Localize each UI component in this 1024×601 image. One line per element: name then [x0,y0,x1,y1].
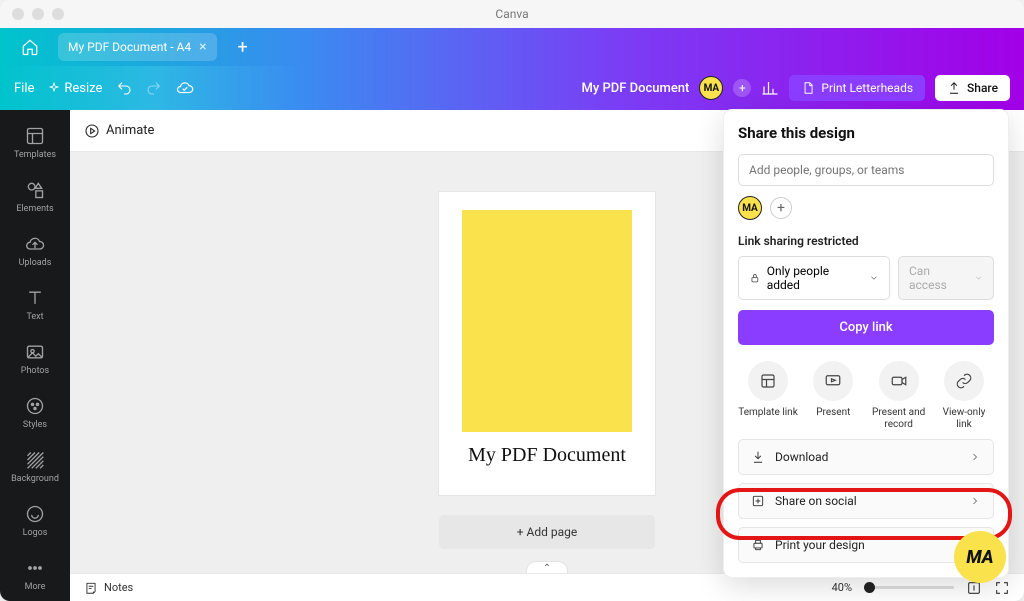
chevron-down-icon [974,273,983,283]
elements-icon [25,180,45,200]
page-text[interactable]: My PDF Document [468,444,626,467]
present-record-action[interactable]: Present and record [869,361,929,431]
share-social-icon [751,494,765,508]
undo-button[interactable] [116,80,132,96]
avatar[interactable]: MA [738,196,762,220]
record-icon [890,372,908,390]
avatar[interactable]: MA [699,76,723,100]
link-settings: Only people added Can access [738,256,994,300]
document-tab[interactable]: My PDF Document - A4 × [58,33,217,61]
chevron-right-icon [969,495,981,507]
share-panel: Share this design MA + Link sharing rest… [724,110,1008,577]
close-dot[interactable] [12,8,24,20]
menu-bar: File Resize My PDF Document MA + [0,66,1024,110]
permission-select: Can access [898,256,994,300]
menu-left: File Resize [14,79,194,97]
page-element[interactable] [462,210,632,432]
templates-icon [25,126,45,146]
lock-icon [749,272,761,284]
share-actions: Template link Present Present and record… [738,361,994,431]
print-icon [751,538,765,552]
page[interactable]: My PDF Document [439,192,655,495]
print-button[interactable]: Print Letterheads [789,75,925,101]
template-link-action[interactable]: Template link [738,361,798,431]
present-action[interactable]: Present [803,361,863,431]
animate-button[interactable]: Animate [84,123,154,139]
cloud-status[interactable] [176,79,194,97]
menu-right: My PDF Document MA + Print Letterheads S… [582,75,1011,101]
minimize-dot[interactable] [32,8,44,20]
titlebar: Canva [0,0,1024,28]
add-page-button[interactable]: + Add page [439,515,655,549]
close-icon[interactable]: × [199,39,206,55]
copy-link-button[interactable]: Copy link [738,310,994,345]
file-menu[interactable]: File [14,81,34,96]
share-button[interactable]: Share [935,75,1010,101]
people-input[interactable] [738,154,994,186]
tab-label: My PDF Document - A4 [68,40,191,54]
fullscreen-icon[interactable] [994,580,1010,596]
chevron-down-icon [869,273,879,283]
notes-button[interactable]: Notes [84,581,133,595]
undo-icon [116,80,132,96]
watermark-badge: MA [954,531,1006,583]
photos-icon [25,342,45,362]
template-icon [759,372,777,390]
add-person-button[interactable]: + [770,197,792,219]
sidebar-item-uploads[interactable]: Uploads [0,224,70,278]
background-icon [25,450,45,470]
zoom-slider[interactable] [864,586,954,589]
download-item[interactable]: Download [738,439,994,475]
chevron-right-icon [969,451,981,463]
sidebar-item-logos[interactable]: Logos [0,494,70,548]
access-select[interactable]: Only people added [738,256,890,300]
download-icon [751,450,765,464]
sidebar-item-photos[interactable]: Photos [0,332,70,386]
add-collaborator-button[interactable]: + [733,79,751,97]
zoom-level[interactable]: 40% [832,581,852,594]
panel-title: Share this design [738,124,994,142]
home-icon [21,38,39,56]
new-tab-button[interactable]: + [231,35,255,59]
redo-button[interactable] [146,80,162,96]
share-social-item[interactable]: Share on social [738,483,994,519]
more-icon [25,558,45,578]
sidebar-item-elements[interactable]: Elements [0,170,70,224]
styles-icon [25,396,45,416]
uploads-icon [25,234,45,254]
sidebar-item-templates[interactable]: Templates [0,116,70,170]
resize-button[interactable]: Resize [48,81,102,96]
text-icon [25,288,45,308]
zoom-dot[interactable] [52,8,64,20]
chart-icon [761,79,779,97]
traffic-lights[interactable] [12,8,64,20]
sidebar-item-text[interactable]: Text [0,278,70,332]
sparkle-icon [48,82,60,94]
upload-icon [947,81,961,95]
sidebar-item-background[interactable]: Background [0,440,70,494]
link-icon [955,372,973,390]
sidebar-item-styles[interactable]: Styles [0,386,70,440]
tab-bar: My PDF Document - A4 × + [0,28,1024,66]
insights-button[interactable] [761,79,779,97]
logos-icon [25,504,45,524]
window-title: Canva [495,7,528,21]
doc-name[interactable]: My PDF Document [582,81,690,96]
animate-icon [84,123,100,139]
present-icon [824,372,842,390]
sidebar-item-more[interactable]: More [0,548,70,601]
collaborators-row: MA + [738,196,994,220]
footer: Notes 40% [70,573,1024,601]
home-button[interactable] [6,28,54,66]
link-section-label: Link sharing restricted [738,234,994,248]
sidebar: Templates Elements Uploads Text Photos S… [0,110,70,601]
view-only-action[interactable]: View-only link [934,361,994,431]
cloud-check-icon [176,79,194,97]
document-icon [801,81,815,95]
notes-icon [84,581,98,595]
redo-icon [146,80,162,96]
